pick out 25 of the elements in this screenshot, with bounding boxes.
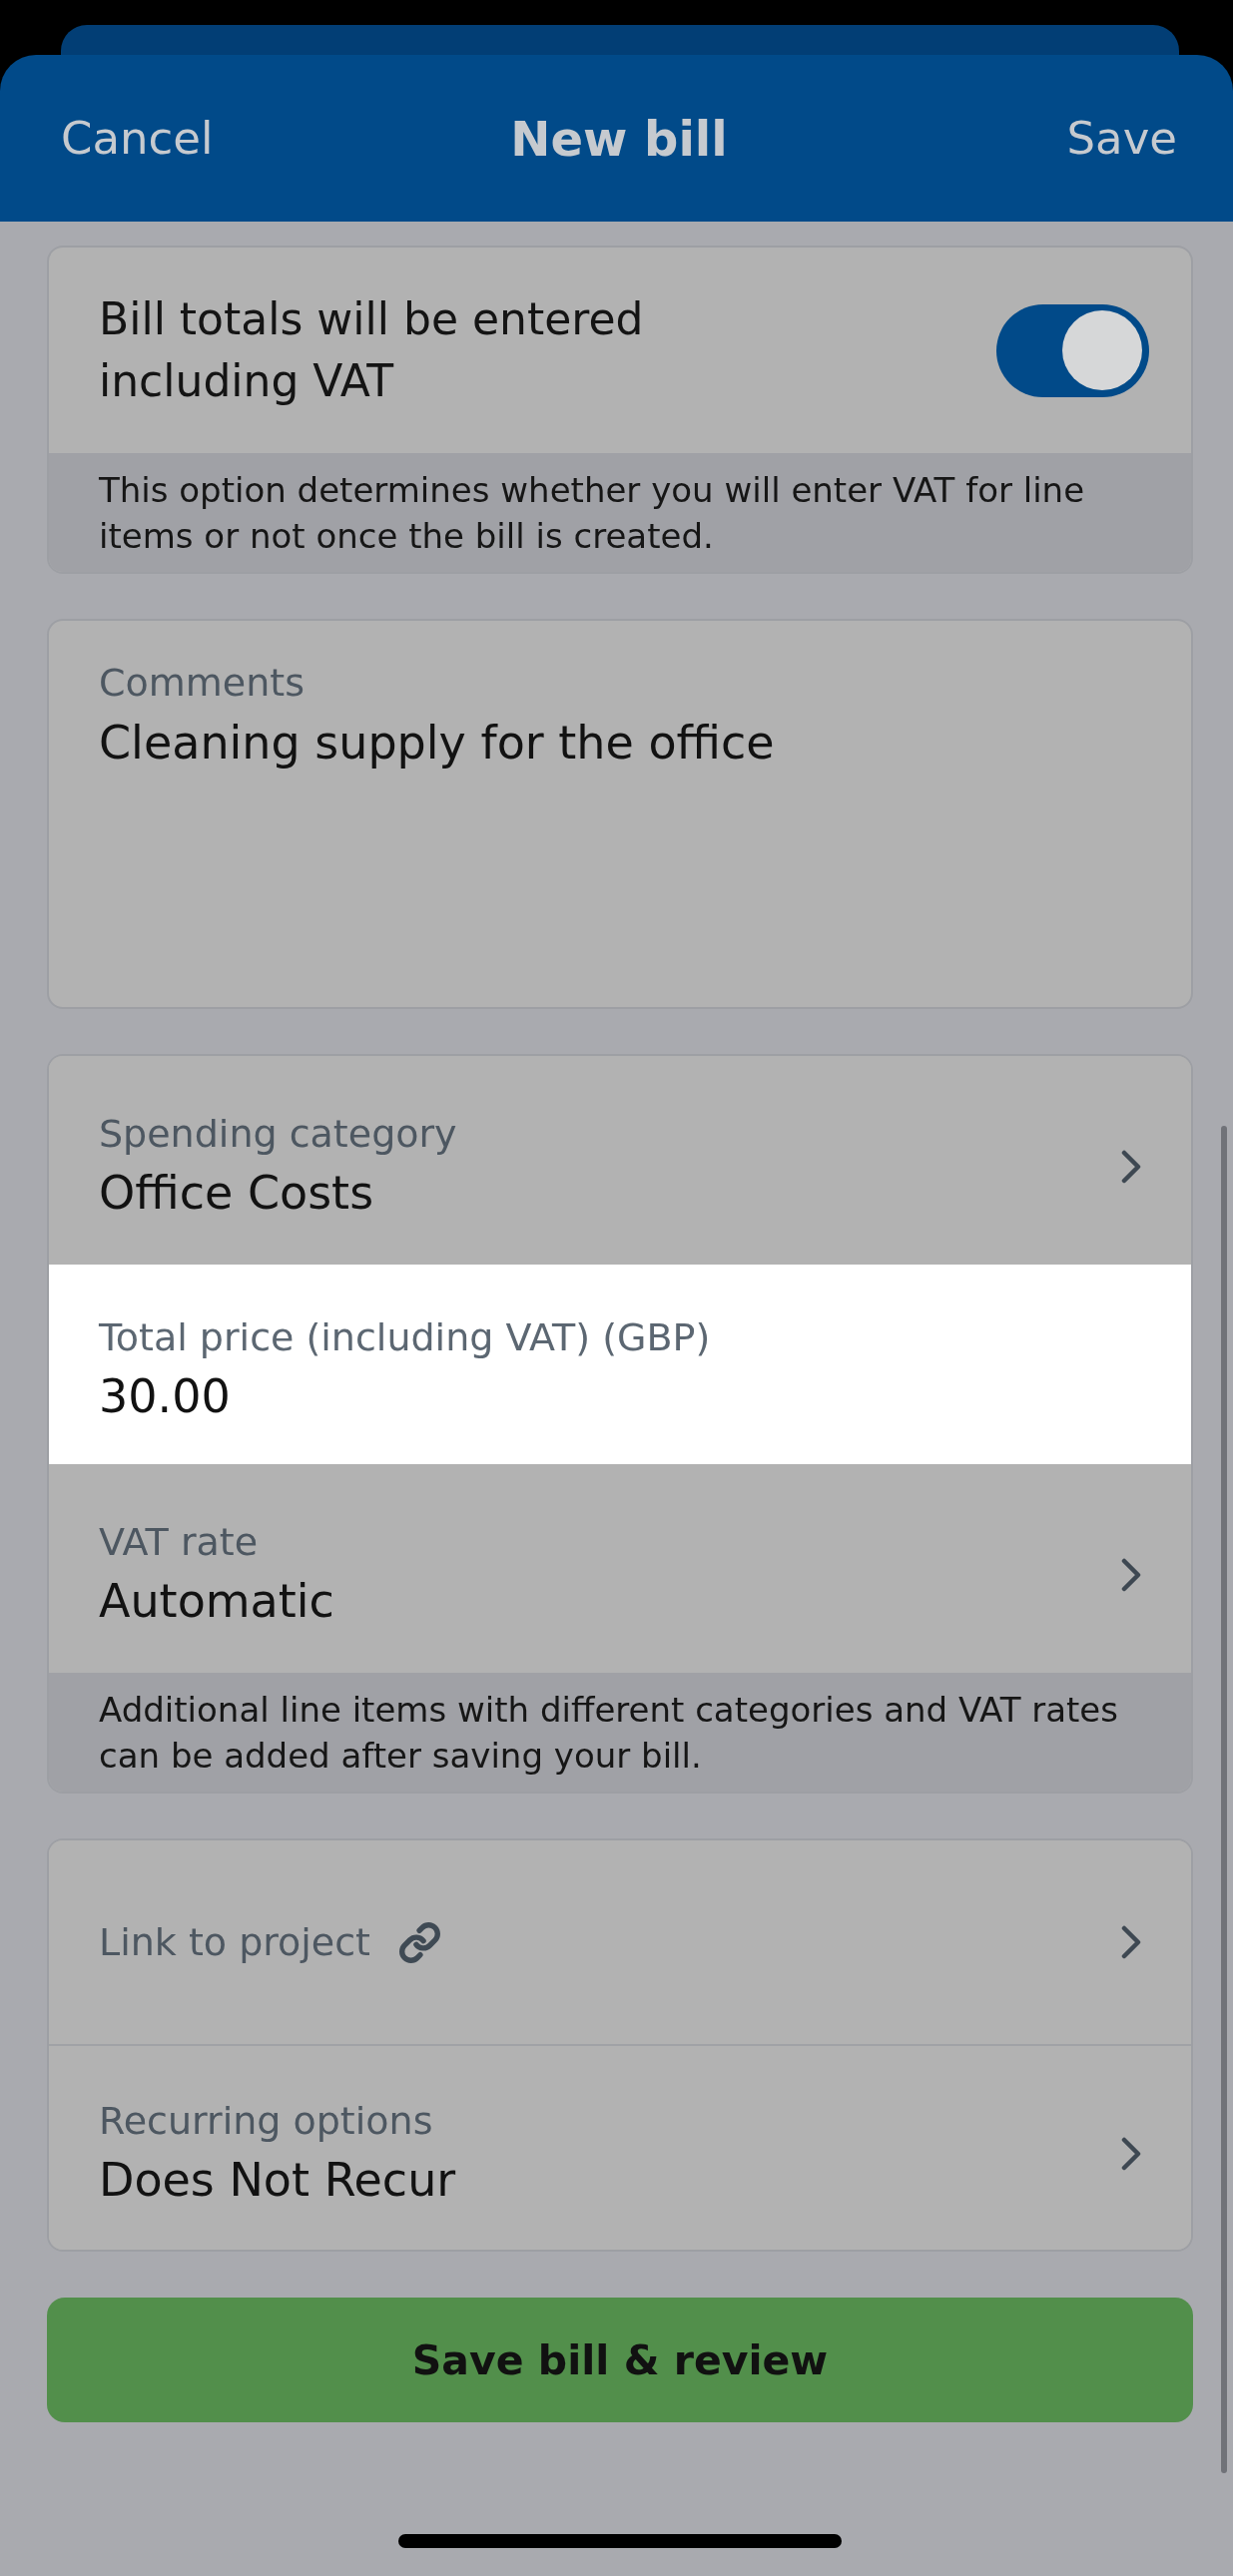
field-label: Total price (including VAT) (GBP) xyxy=(99,1314,712,1360)
info-note: Additional line items with different categories and VAT rates can be added after saving your bill. xyxy=(49,1673,1191,1792)
save-button[interactable]: Save xyxy=(1066,112,1177,165)
field-value: Cleaning supply for the office xyxy=(99,715,776,772)
header-title: New bill xyxy=(510,110,728,167)
save-bill-button[interactable]: Save bill & review xyxy=(47,2298,1193,2422)
field-label: Link to project xyxy=(99,1919,370,1965)
link-icon xyxy=(398,1920,441,1964)
field-label: Spending category xyxy=(99,1110,458,1157)
comments-field[interactable]: Comments Cleaning supply for the office xyxy=(47,619,1193,1009)
cancel-button[interactable]: Cancel xyxy=(61,112,214,165)
chevron-right-icon xyxy=(1120,2137,1142,2171)
chevron-right-icon xyxy=(1120,1149,1142,1184)
input-field[interactable]: Total price (including VAT) (GBP) 30.00 xyxy=(49,1265,1191,1464)
field-label: Comments xyxy=(99,660,306,706)
field-label: Recurring options xyxy=(99,2098,434,2144)
field-value: Does Not Recur xyxy=(99,2152,457,2209)
setting-note: This option determines whether you will enter VAT for line items or not once the bill is created. xyxy=(49,453,1191,572)
field-label: VAT rate xyxy=(99,1518,260,1565)
field-value: 30.00 xyxy=(99,1368,232,1425)
chevron-right-icon xyxy=(1120,1557,1142,1592)
field-value: Automatic xyxy=(99,1572,335,1630)
setting-label: Bill totals will be entered including VAT xyxy=(99,292,645,408)
chevron-right-icon xyxy=(1120,1925,1142,1959)
field-value: Office Costs xyxy=(99,1164,375,1222)
